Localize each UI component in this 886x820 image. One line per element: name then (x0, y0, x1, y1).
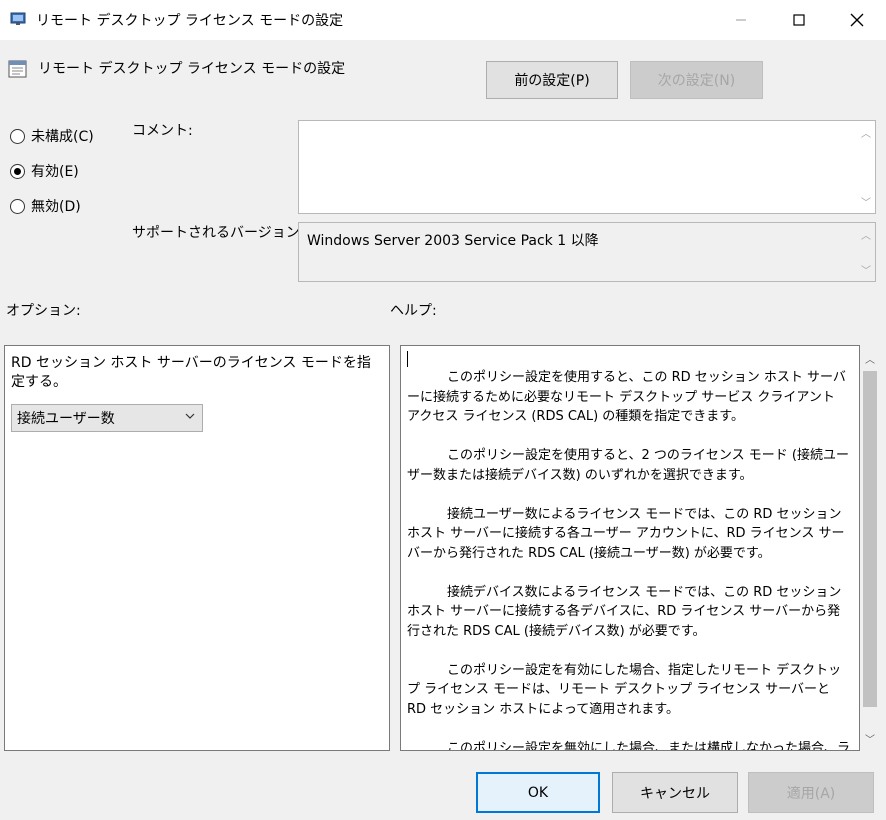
radio-circle[interactable] (10, 163, 25, 179)
policy-setting-icon (8, 59, 28, 79)
options-label: オプション: (6, 303, 81, 319)
supported-value: Windows Server 2003 Service Pack 1 以降 (307, 233, 599, 249)
scroll-up-icon[interactable]: ︿ (861, 125, 871, 140)
license-mode-select[interactable]: 接続ユーザー数 (11, 404, 203, 432)
policy-app-icon (10, 11, 28, 27)
help-scrollbar[interactable]: ︿ ﹀ (860, 345, 880, 751)
scroll-up-icon[interactable]: ︿ (861, 227, 871, 242)
cancel-button[interactable]: キャンセル (612, 772, 738, 813)
ok-button[interactable]: OK (476, 772, 600, 813)
radio-enabled[interactable]: 有効(E) (10, 161, 79, 181)
comment-scrollbar[interactable]: ︿ ﹀ (857, 121, 875, 213)
help-paragraph: このポリシー設定を使用すると、この RD セッション ホスト サーバーに接続する… (407, 370, 846, 424)
options-panel: RD セッション ホスト サーバーのライセンス モードを指定する。 接続ユーザー… (4, 345, 390, 751)
window-title: リモート デスクトップ ライセンス モードの設定 (36, 13, 344, 29)
next-setting-button[interactable]: 次の設定(N) (630, 61, 763, 99)
radio-label: 無効(D) (31, 199, 81, 215)
radio-circle[interactable] (10, 128, 25, 144)
radio-label: 有効(E) (31, 164, 79, 180)
help-paragraph: このポリシー設定を無効にした場合、または構成しなかった場合、ラ (447, 740, 851, 751)
scroll-down-icon[interactable]: ﹀ (861, 262, 871, 277)
text-caret (407, 351, 408, 367)
apply-button[interactable]: 適用(A) (748, 772, 874, 813)
policy-title: リモート デスクトップ ライセンス モードの設定 (38, 61, 346, 77)
scroll-down-icon[interactable]: ﹀ (861, 194, 871, 209)
radio-not-configured[interactable]: 未構成(C) (10, 126, 94, 146)
minimize-button[interactable] (718, 0, 764, 40)
scroll-down-icon[interactable]: ﹀ (860, 729, 880, 747)
help-text: このポリシー設定を使用すると、この RD セッション ホスト サーバーに接続する… (407, 368, 851, 751)
comment-input[interactable]: ︿ ﹀ (298, 120, 876, 214)
supported-scrollbar[interactable]: ︿ ﹀ (857, 223, 875, 281)
help-paragraph: 接続ユーザー数によるライセンス モードでは、この RD セッション ホスト サー… (407, 506, 845, 561)
help-paragraph: 接続デバイス数によるライセンス モードでは、この RD セッション ホスト サー… (407, 584, 842, 639)
help-paragraph: このポリシー設定を使用すると、2 つのライセンス モード (接続ユーザー数または… (407, 448, 849, 483)
comment-label: コメント: (132, 123, 193, 139)
scroll-thumb[interactable] (863, 371, 877, 707)
supported-versions-box: Windows Server 2003 Service Pack 1 以降 ︿ … (298, 222, 876, 282)
chevron-down-icon (184, 410, 196, 426)
options-description: RD セッション ホスト サーバーのライセンス モードを指定する。 (11, 355, 371, 390)
supported-label: サポートされるバージョン: (132, 225, 305, 241)
maximize-button[interactable] (776, 0, 822, 40)
radio-circle[interactable] (10, 198, 25, 214)
radio-label: 未構成(C) (31, 129, 94, 145)
help-panel: このポリシー設定を使用すると、この RD セッション ホスト サーバーに接続する… (400, 345, 860, 751)
close-button[interactable] (834, 0, 880, 40)
help-label: ヘルプ: (390, 303, 437, 319)
help-paragraph: このポリシー設定を有効にした場合、指定したリモート デスクトップ ライセンス モ… (407, 662, 842, 717)
title-bar: リモート デスクトップ ライセンス モードの設定 (0, 0, 886, 40)
previous-setting-button[interactable]: 前の設定(P) (486, 61, 618, 99)
license-mode-value: 接続ユーザー数 (17, 411, 115, 427)
scroll-up-icon[interactable]: ︿ (860, 349, 880, 367)
radio-disabled[interactable]: 無効(D) (10, 196, 81, 216)
